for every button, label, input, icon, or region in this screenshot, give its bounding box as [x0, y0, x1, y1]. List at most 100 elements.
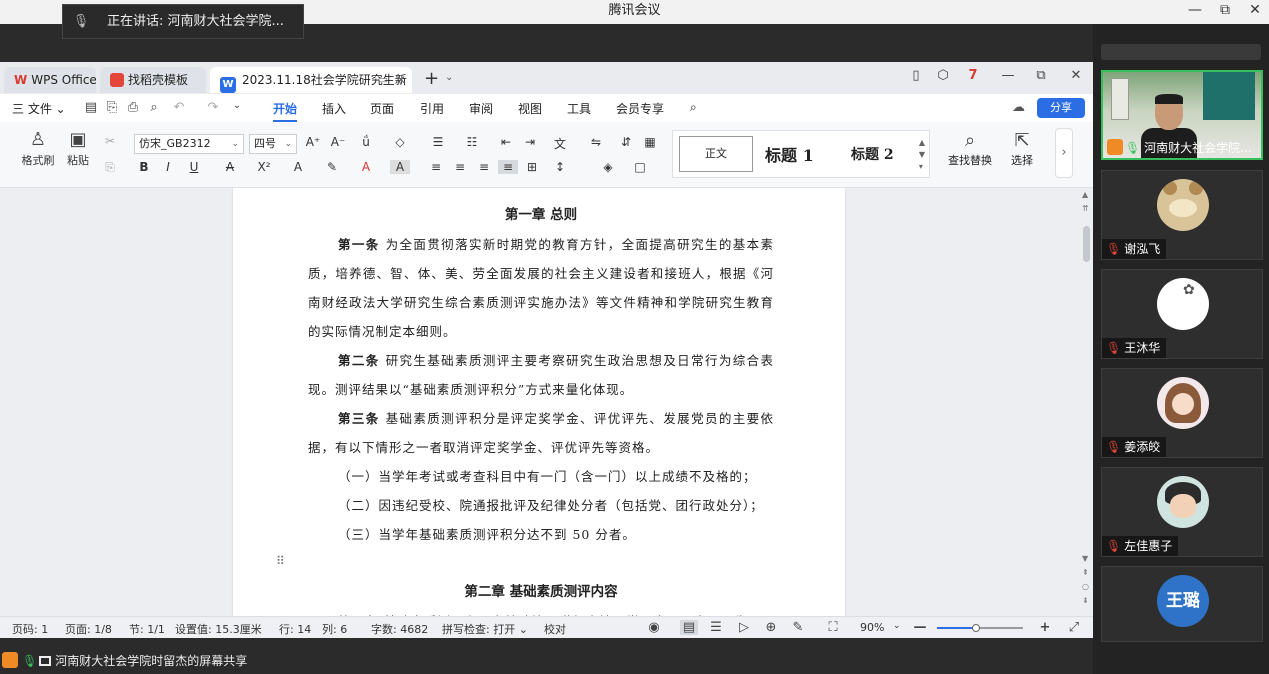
monitor-icon[interactable]: ▭: [378, 67, 388, 93]
next-page-icon[interactable]: ⇟: [1082, 596, 1089, 605]
drag-handle-icon[interactable]: ⠿: [276, 554, 285, 568]
border-icon[interactable]: □: [630, 160, 650, 174]
participant-tile[interactable]: 🎙 左佳惠子: [1101, 467, 1263, 557]
restore-button[interactable]: ⧉: [1210, 0, 1240, 22]
zoom-level[interactable]: 90%: [860, 621, 884, 634]
redo-icon[interactable]: ↷: [204, 100, 222, 115]
scroll-up-icon[interactable]: ▲: [1082, 190, 1088, 199]
table-icon[interactable]: ▦: [640, 135, 660, 149]
tab-document[interactable]: W 2023.11.18社会学院研究生新 ▭ ✕: [210, 67, 412, 93]
zoom-slider[interactable]: [937, 624, 1023, 632]
status-setting[interactable]: 设置值: 15.3厘米: [175, 621, 262, 637]
menu-item-member[interactable]: 会员专享: [616, 100, 664, 117]
underline-icon[interactable]: U: [184, 160, 204, 174]
pen-icon[interactable]: ✎: [789, 620, 807, 635]
align-left-icon[interactable]: ≡: [426, 160, 446, 174]
styles-scroll-icon[interactable]: ▲ ▼ ▾: [919, 137, 925, 173]
increase-indent-icon[interactable]: ⇥: [520, 135, 540, 149]
close-button[interactable]: ✕: [1240, 0, 1269, 22]
layout-icon[interactable]: ▯: [905, 68, 927, 83]
menu-item-page[interactable]: 页面: [370, 100, 394, 117]
style-heading-1[interactable]: 标题 1: [765, 142, 814, 166]
line-spacing-icon[interactable]: ↕: [550, 160, 570, 174]
menu-item-review[interactable]: 审阅: [469, 100, 493, 117]
new-tab-button[interactable]: +: [424, 68, 439, 89]
sort-icon[interactable]: ⇵: [616, 135, 636, 149]
highlight-icon[interactable]: ✎: [322, 160, 342, 174]
print-icon[interactable]: ⎙: [124, 100, 142, 115]
new-tab-dropdown-icon[interactable]: ⌄: [445, 72, 453, 83]
tab-templates[interactable]: 找稻壳模板: [100, 67, 206, 93]
shading-icon[interactable]: ◈: [598, 160, 618, 174]
menu-item-start[interactable]: 开始: [273, 100, 298, 122]
text-direction-icon[interactable]: ⇋: [586, 135, 606, 149]
italic-icon[interactable]: I: [158, 160, 178, 174]
ribbon-expand-icon[interactable]: ›: [1055, 128, 1073, 178]
text-effect-icon[interactable]: A: [288, 160, 308, 174]
find-replace-button[interactable]: ⌕ 查找替换: [942, 130, 998, 168]
scroll-thumb[interactable]: [1083, 226, 1090, 262]
tab-wps-office[interactable]: W WPS Office: [4, 67, 96, 93]
format-painter-button[interactable]: ♙ 格式刷: [18, 128, 58, 168]
zoom-dropdown-icon[interactable]: ⌄: [893, 621, 901, 631]
bold-icon[interactable]: B: [134, 160, 154, 174]
status-pages[interactable]: 页面: 1/8: [65, 621, 112, 637]
align-justify-icon[interactable]: ≡: [498, 160, 518, 174]
paste-button[interactable]: ▣ 粘贴: [58, 128, 98, 168]
tab-close-icon[interactable]: ✕: [396, 67, 406, 93]
font-size-select[interactable]: 四号 ⌄: [249, 134, 297, 154]
font-grow-icon[interactable]: A⁺: [303, 135, 323, 149]
distribute-icon[interactable]: ⊞: [522, 160, 542, 174]
eye-icon[interactable]: ◉: [645, 620, 663, 635]
scroll-top-icon[interactable]: ⇈: [1082, 204, 1089, 213]
cube-icon[interactable]: ⬡: [932, 68, 954, 83]
share-button[interactable]: 分享: [1037, 98, 1085, 118]
font-shrink-icon[interactable]: A⁻: [328, 135, 348, 149]
export-icon[interactable]: ⎘: [103, 100, 121, 115]
play-icon[interactable]: ▷: [735, 620, 753, 635]
copy-icon[interactable]: ⎘: [100, 160, 120, 175]
status-section[interactable]: 节: 1/1: [129, 621, 165, 637]
search-icon[interactable]: ⌕: [690, 100, 697, 115]
participant-tile[interactable]: 🎙 姜添皎: [1101, 368, 1263, 458]
scroll-down-icon[interactable]: ▼: [1082, 554, 1088, 563]
select-button[interactable]: ⇱ 选择: [994, 130, 1050, 168]
superscript-icon[interactable]: X²: [254, 160, 274, 174]
save-icon[interactable]: ▤: [82, 100, 100, 115]
wps-close-icon[interactable]: ✕: [1065, 68, 1087, 83]
status-page-no[interactable]: 页码: 1: [12, 621, 48, 637]
clear-format-icon[interactable]: ◇: [390, 135, 410, 149]
align-right-icon[interactable]: ≡: [474, 160, 494, 174]
strikethrough-icon[interactable]: A: [220, 160, 240, 174]
menu-item-tools[interactable]: 工具: [567, 100, 591, 117]
status-row[interactable]: 行: 14: [279, 621, 311, 637]
wps-minimize-icon[interactable]: —: [997, 68, 1019, 83]
decrease-indent-icon[interactable]: ⇤: [496, 135, 516, 149]
bullet-list-icon[interactable]: ☰: [428, 135, 448, 149]
zoom-in-icon[interactable]: +: [1036, 620, 1054, 635]
prev-page-icon[interactable]: ⇞: [1082, 568, 1089, 577]
fit-page-icon[interactable]: ⛶: [824, 620, 842, 635]
preview-icon[interactable]: ⌕: [145, 100, 163, 115]
menu-item-view[interactable]: 视图: [518, 100, 542, 117]
browse-object-icon[interactable]: ○: [1082, 582, 1089, 591]
numbered-list-icon[interactable]: ☷: [462, 135, 482, 149]
quick-access-dropdown-icon[interactable]: ⌄: [228, 100, 246, 111]
status-proofread[interactable]: 校对: [544, 621, 566, 637]
status-word-count[interactable]: 字数: 4682: [371, 621, 428, 637]
cloud-icon[interactable]: ☁: [1012, 100, 1025, 115]
char-shading-icon[interactable]: A: [390, 160, 410, 174]
status-spell-check[interactable]: 拼写检查: 打开 ⌄: [442, 621, 528, 637]
minimize-button[interactable]: —: [1180, 0, 1210, 22]
font-name-select[interactable]: 仿宋_GB2312 ⌄: [134, 134, 244, 154]
zoom-slider-knob[interactable]: [971, 624, 980, 632]
fullscreen-icon[interactable]: ⤢: [1065, 620, 1083, 635]
menu-item-reference[interactable]: 引用: [420, 100, 444, 117]
align-center-icon[interactable]: ≡: [450, 160, 470, 174]
participant-tile[interactable]: 🎙 河南财大社会学院...: [1101, 70, 1263, 160]
vertical-scrollbar[interactable]: ▲ ⇈ ▼ ⇞ ○ ⇟: [1080, 188, 1093, 616]
menu-item-insert[interactable]: 插入: [322, 100, 346, 117]
undo-icon[interactable]: ↶: [170, 100, 188, 115]
style-heading-2[interactable]: 标题 2: [851, 144, 894, 164]
phonetic-icon[interactable]: ǘ: [356, 135, 376, 149]
